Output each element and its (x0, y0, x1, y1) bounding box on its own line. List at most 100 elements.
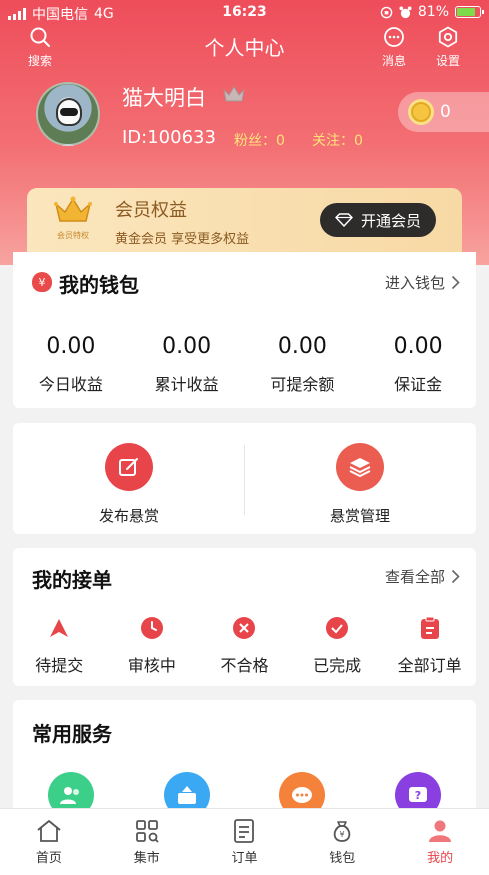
bottom-tab-bar: 首页 集市 订单 ¥ 钱包 我的 (0, 808, 489, 875)
crown-icon (223, 86, 245, 102)
view-all-label: 查看全部 (384, 568, 445, 586)
message-icon (384, 27, 404, 47)
stat-value: 0.00 (277, 334, 327, 359)
tab-label: 钱包 (329, 851, 356, 866)
tab-label: 首页 (35, 851, 62, 866)
view-all-orders-link[interactable]: 查看全部 (385, 566, 460, 587)
home-icon (37, 820, 61, 842)
open-vip-label: 开通会员 (360, 211, 421, 230)
my-orders-card: 我的接单 查看全部 待提交 审核中 不合格 已完成 全部订单 (13, 548, 476, 686)
coin-icon (408, 99, 434, 125)
users-icon[interactable] (48, 772, 94, 812)
stat-total-earnings[interactable]: 0.00 累计收益 (129, 334, 245, 395)
publish-bounty-button[interactable]: 发布悬赏 (39, 443, 219, 526)
tab-me[interactable]: 我的 (391, 809, 489, 875)
lock-rotation-icon (380, 6, 393, 18)
user-id: ID:100633 (122, 127, 216, 148)
vip-badge: 会员特权 (51, 196, 95, 241)
chat-icon[interactable] (279, 772, 325, 812)
svg-text:¥: ¥ (340, 830, 345, 839)
stat-label: 保证金 (394, 375, 443, 394)
follows-count[interactable]: 关注：0 (312, 130, 363, 150)
gear-icon (438, 26, 458, 48)
bounty-actions-card: 发布悬赏 悬赏管理 (13, 423, 476, 534)
chevron-right-icon (451, 569, 460, 584)
wallet-card: ¥ 我的钱包 进入钱包 0.00 今日收益 0.00 累计收益 0.00 可提余额 0… (13, 252, 476, 408)
vip-badge-caption: 会员特权 (57, 231, 89, 240)
send-icon (13, 614, 106, 642)
avatar[interactable] (36, 82, 100, 146)
chevron-right-icon (451, 275, 460, 290)
clipboard-icon (383, 614, 476, 642)
tab-wallet[interactable]: ¥ 钱包 (293, 809, 391, 875)
open-vip-button[interactable]: 开通会员 (320, 203, 436, 237)
coin-balance-pill[interactable]: 0 (398, 92, 489, 132)
tab-label: 集市 (133, 851, 160, 866)
money-bag-icon: ¥ (32, 272, 52, 292)
crown-icon (54, 196, 92, 222)
edit-icon (105, 443, 153, 491)
order-status-label: 审核中 (127, 656, 176, 675)
username: 猫大明白 (122, 86, 206, 110)
bounty-management-button[interactable]: 悬赏管理 (270, 443, 450, 526)
bounty-management-label: 悬赏管理 (329, 507, 390, 525)
stat-deposit[interactable]: 0.00 保证金 (360, 334, 476, 395)
diamond-icon (335, 213, 353, 227)
tab-market[interactable]: 集市 (98, 809, 196, 875)
grid-icon (135, 820, 159, 843)
battery-icon (455, 6, 484, 18)
wallet-title: 我的钱包 (59, 273, 139, 297)
help-icon[interactable]: ? (395, 772, 441, 812)
stat-today-earnings[interactable]: 0.00 今日收益 (13, 334, 129, 395)
check-circle-icon (291, 614, 384, 642)
publish-bounty-label: 发布悬赏 (98, 507, 159, 525)
wallet-stats: 0.00 今日收益 0.00 累计收益 0.00 可提余额 0.00 保证金 (13, 334, 476, 395)
services-title: 常用服务 (32, 722, 112, 746)
svg-text:?: ? (415, 789, 421, 802)
order-under-review[interactable]: 审核中 (106, 614, 199, 676)
order-status-label: 全部订单 (397, 656, 462, 675)
settings-button[interactable]: 设置 (426, 26, 470, 69)
order-all[interactable]: 全部订单 (383, 614, 476, 676)
stat-withdrawable[interactable]: 0.00 可提余额 (245, 334, 361, 395)
enter-wallet-label: 进入钱包 (384, 274, 445, 292)
order-status-list: 待提交 审核中 不合格 已完成 全部订单 (13, 614, 476, 676)
stat-value: 0.00 (393, 334, 443, 359)
avatar-visor-graphic (60, 108, 78, 116)
layers-icon (336, 443, 384, 491)
battery-percent: 81% (417, 4, 449, 20)
stat-label: 今日收益 (38, 375, 103, 394)
alarm-icon (399, 5, 412, 18)
stat-label: 累计收益 (154, 375, 219, 394)
settings-label: 设置 (435, 54, 460, 68)
order-completed[interactable]: 已完成 (291, 614, 384, 676)
tab-home[interactable]: 首页 (0, 809, 98, 875)
x-circle-icon (198, 614, 291, 642)
fans-count[interactable]: 粉丝：0 (234, 130, 285, 150)
order-rejected[interactable]: 不合格 (198, 614, 291, 676)
vip-title: 会员权益 (115, 200, 187, 221)
coin-count: 0 (440, 102, 451, 122)
money-bag-icon: ¥ (334, 821, 351, 842)
status-bar: 中国电信 4G 16:23 81% (0, 0, 489, 26)
orders-title: 我的接单 (32, 568, 112, 592)
tab-orders[interactable]: 订单 (196, 809, 294, 875)
share-box-icon[interactable] (164, 772, 210, 812)
enter-wallet-link[interactable]: 进入钱包 (385, 272, 460, 293)
stat-value: 0.00 (46, 334, 96, 359)
document-icon (234, 819, 255, 843)
order-status-label: 待提交 (35, 656, 84, 675)
order-pending-submit[interactable]: 待提交 (13, 614, 106, 676)
order-status-label: 已完成 (313, 656, 362, 675)
vip-card[interactable]: 会员特权 会员权益 黄金会员 享受更多权益 开通会员 (27, 188, 462, 254)
messages-label: 消息 (381, 54, 406, 68)
tab-label: 订单 (231, 851, 258, 866)
order-status-label: 不合格 (220, 656, 269, 675)
services-row: ? (13, 772, 476, 812)
stat-label: 可提余额 (270, 375, 335, 394)
user-icon (429, 820, 452, 842)
stat-value: 0.00 (162, 334, 212, 359)
divider (244, 445, 245, 515)
vip-description: 黄金会员 享受更多权益 (115, 232, 250, 247)
messages-button[interactable]: 消息 (372, 26, 416, 69)
